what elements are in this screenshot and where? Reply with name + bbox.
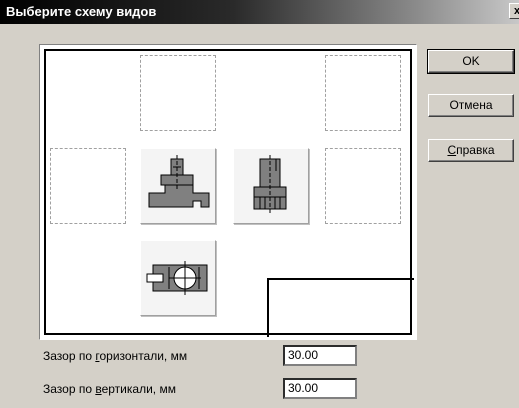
horizontal-gap-label: Зазор по горизонтали, мм	[43, 349, 187, 363]
view-slot-left-empty[interactable]	[50, 148, 126, 224]
top-view-icon	[146, 261, 208, 295]
vertical-gap-label-rest: ертикали, мм	[101, 382, 176, 396]
horizontal-gap-label-rest: оризонтали, мм	[99, 349, 188, 363]
front-view-icon	[148, 155, 210, 208]
ok-button[interactable]: OK	[427, 49, 515, 74]
vertical-gap-label-prefix: Зазор по	[43, 382, 96, 396]
cancel-button[interactable]: Отмена	[428, 94, 514, 117]
vertical-gap-label: Зазор по вертикали, мм	[43, 382, 176, 396]
view-slot-side-view[interactable]	[233, 148, 309, 224]
view-slot-top-left-empty[interactable]	[140, 55, 216, 131]
help-label-rest: правка	[456, 143, 495, 157]
drawing-sheet-border	[44, 49, 414, 337]
horizontal-gap-label-prefix: Зазор по	[43, 349, 96, 363]
vertical-gap-input[interactable]: 30.00	[283, 378, 357, 399]
title-bar: Выберите схему видов x	[0, 0, 519, 24]
help-mnemonic: С	[447, 143, 457, 157]
view-slot-front-view[interactable]	[140, 148, 216, 224]
side-view-icon	[253, 155, 287, 215]
help-button[interactable]: Справка	[428, 139, 514, 162]
view-slot-right-empty[interactable]	[325, 148, 401, 224]
title-block	[267, 278, 414, 337]
window-title: Выберите схему видов	[6, 4, 157, 19]
view-slot-top-right-empty[interactable]	[325, 55, 401, 131]
horizontal-gap-input[interactable]: 30.00	[283, 345, 357, 366]
view-slot-top-view[interactable]	[140, 240, 216, 316]
close-button[interactable]: x	[509, 3, 519, 19]
view-layout-canvas[interactable]	[39, 44, 417, 340]
